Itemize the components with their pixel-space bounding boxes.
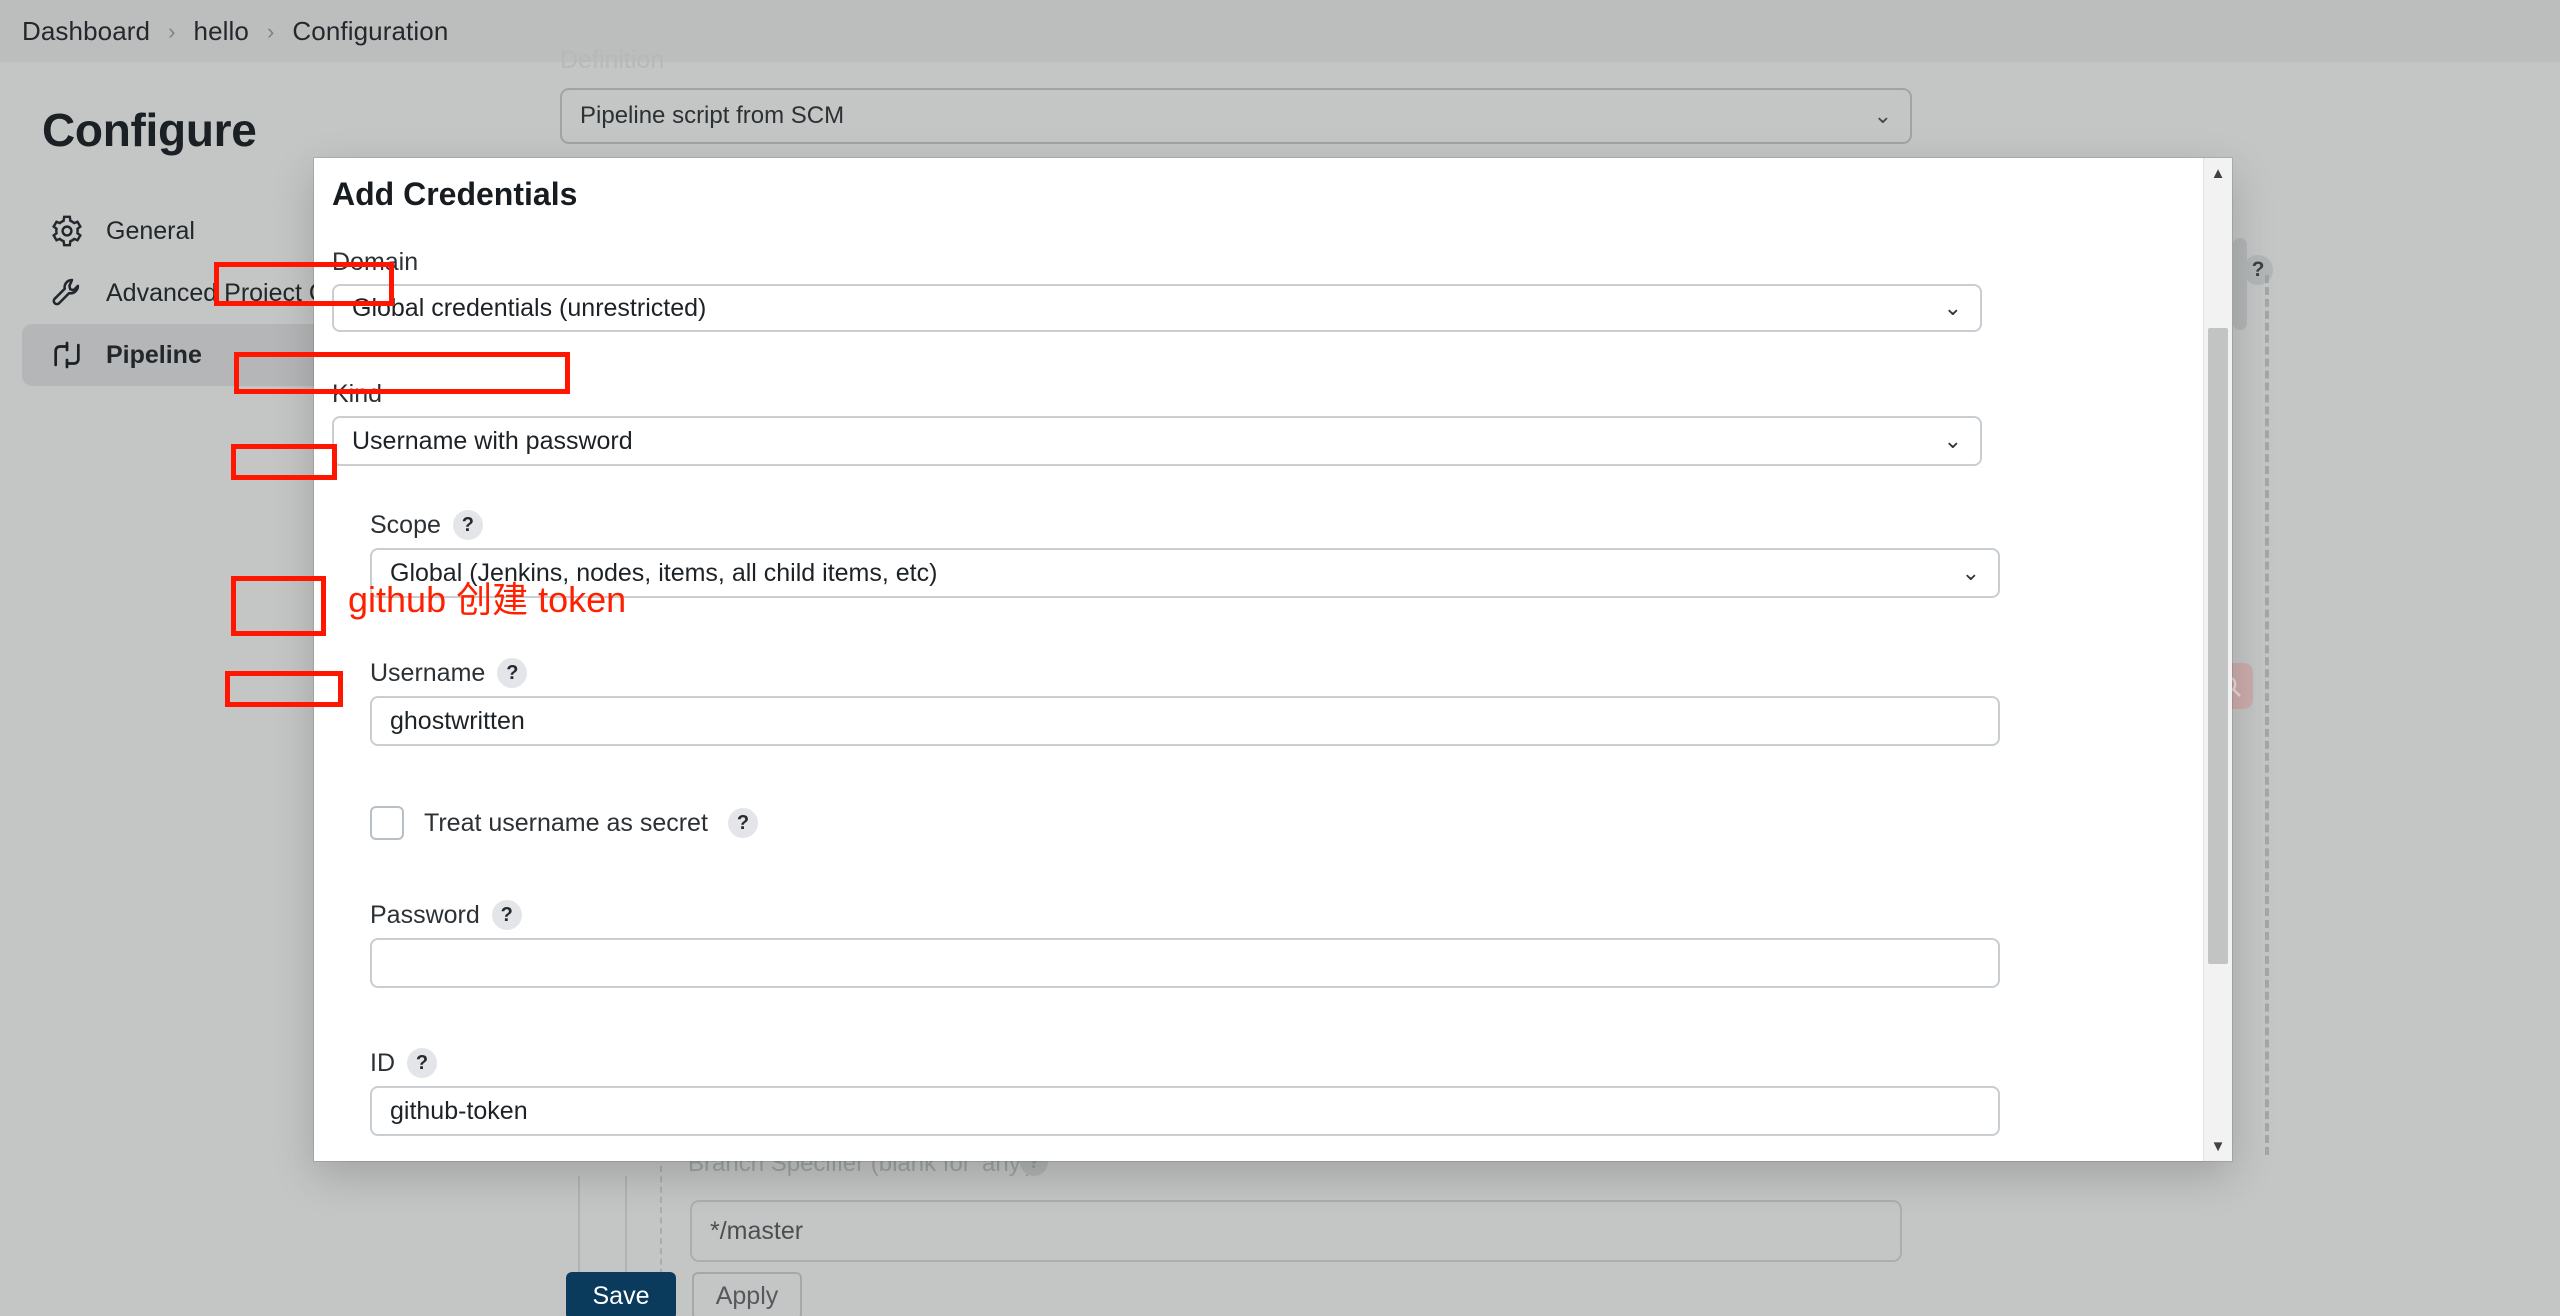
scroll-down-arrow-icon[interactable]: ▼ <box>2204 1133 2232 1159</box>
breadcrumb: Dashboard › hello › Configuration <box>22 16 462 47</box>
chevron-down-icon: ⌄ <box>1961 560 1980 585</box>
pipeline-icon <box>50 338 84 372</box>
treat-username-as-secret-row[interactable]: Treat username as secret ? <box>370 806 758 840</box>
dialog-body: Add Credentials Domain Global credential… <box>314 158 2186 1161</box>
sidebar-item-label: General <box>106 216 195 245</box>
domain-select-value: Global credentials (unrestricted) <box>352 293 707 322</box>
kind-select-value: Username with password <box>352 426 633 455</box>
username-label-text: Username <box>370 658 486 687</box>
page-title: Configure <box>42 104 257 156</box>
help-icon[interactable]: ? <box>452 510 483 540</box>
chevron-down-icon: ⌄ <box>1943 428 1962 453</box>
domain-label: Domain <box>332 248 418 277</box>
username-label: Username ? <box>370 658 528 688</box>
kind-select[interactable]: Username with password ⌄ <box>332 416 1982 466</box>
vertical-dashed-divider <box>2265 275 2269 1155</box>
save-button[interactable]: Save <box>566 1272 676 1316</box>
sidebar-item-label: Pipeline <box>106 340 202 369</box>
help-icon[interactable]: ? <box>727 808 758 838</box>
scope-label-text: Scope <box>370 510 441 539</box>
dialog-scrollbar-thumb[interactable] <box>2208 328 2228 964</box>
chevron-down-icon: ⌄ <box>1873 103 1892 128</box>
help-icon[interactable]: ? <box>491 900 522 930</box>
definition-select-value: Pipeline script from SCM <box>580 102 845 129</box>
dialog-scrollbar[interactable]: ▲ ▼ <box>2203 158 2232 1161</box>
sidebar-item-general[interactable]: General <box>22 200 352 262</box>
help-icon[interactable]: ? <box>407 1048 437 1078</box>
id-input[interactable]: github-token <box>370 1086 2000 1136</box>
help-icon[interactable]: ? <box>497 658 528 688</box>
domain-label-text: Domain <box>332 248 419 276</box>
breadcrumb-separator-icon: › <box>266 18 275 44</box>
definition-label: Definition <box>560 46 665 74</box>
domain-select[interactable]: Global credentials (unrestricted) ⌄ <box>332 284 1982 332</box>
breadcrumb-item-hello[interactable]: hello <box>180 16 263 47</box>
breadcrumb-separator-icon: › <box>168 18 176 44</box>
gear-icon <box>50 214 84 248</box>
breadcrumb-item-configuration[interactable]: Configuration <box>278 16 462 47</box>
screen-root: Dashboard › hello › Configuration Config… <box>0 0 2560 1316</box>
branch-specifier-input[interactable]: */master <box>690 1200 1902 1262</box>
treat-username-as-secret-label: Treat username as secret <box>424 808 708 837</box>
wrench-icon <box>50 276 84 310</box>
kind-label: Kind <box>332 380 382 409</box>
dialog-title: Add Credentials <box>332 176 578 212</box>
configure-sidebar: General Advanced Project Op Pipeline <box>22 200 352 386</box>
id-label-text: ID <box>370 1048 395 1077</box>
page-scrollbar-thumb[interactable] <box>2233 238 2247 330</box>
id-label: ID ? <box>370 1048 437 1078</box>
chevron-down-icon: ⌄ <box>1943 295 1962 320</box>
sidebar-item-label: Advanced Project Op <box>106 278 343 307</box>
password-input[interactable] <box>370 938 2000 988</box>
password-label-text: Password <box>370 900 480 929</box>
scope-label: Scope ? <box>370 510 483 540</box>
username-input[interactable]: ghostwritten <box>370 696 2000 746</box>
definition-select[interactable]: Pipeline script from SCM ⌄ <box>560 88 1912 144</box>
treat-username-as-secret-checkbox[interactable] <box>370 806 404 840</box>
password-label: Password ? <box>370 900 522 930</box>
scroll-up-arrow-icon[interactable]: ▲ <box>2204 160 2232 186</box>
sidebar-item-pipeline[interactable]: Pipeline <box>22 324 352 386</box>
annotation-note-text: github 创建 token <box>348 579 627 620</box>
apply-button[interactable]: Apply <box>692 1272 802 1316</box>
kind-label-text: Kind <box>332 380 383 408</box>
breadcrumb-item-dashboard[interactable]: Dashboard <box>22 16 164 47</box>
sidebar-item-advanced-project-options[interactable]: Advanced Project Op <box>22 262 352 324</box>
add-credentials-dialog: Add Credentials Domain Global credential… <box>314 158 2232 1161</box>
